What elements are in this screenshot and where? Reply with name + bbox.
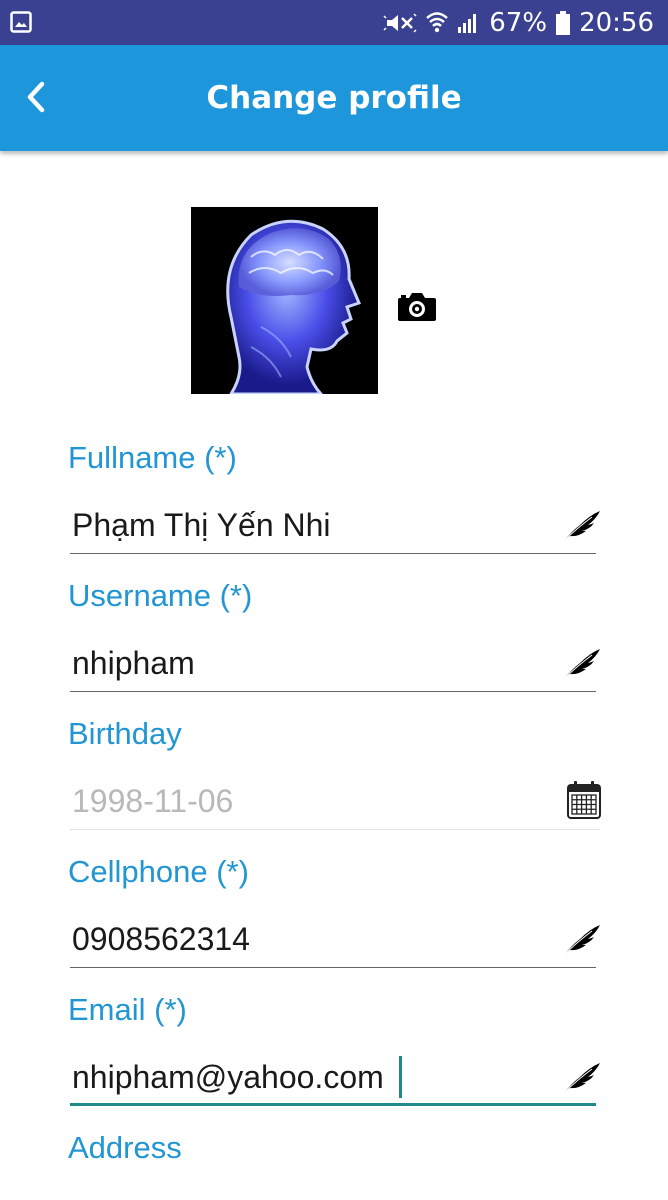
wifi-icon — [426, 11, 449, 32]
username-input[interactable]: nhipham — [72, 636, 542, 690]
gallery-icon — [10, 11, 32, 33]
quill-icon — [563, 925, 600, 956]
app-bar: Change profile — [0, 45, 668, 151]
status-bar: 67% 20:56 — [0, 0, 668, 45]
cellphone-label: Cellphone (*) — [68, 854, 249, 889]
username-label: Username (*) — [68, 578, 253, 613]
email-edit-button[interactable] — [560, 1058, 604, 1098]
change-photo-button[interactable] — [396, 290, 438, 324]
cellphone-input[interactable]: 0908562314 — [72, 912, 542, 966]
calendar-icon — [567, 781, 601, 819]
birthday-field[interactable]: 1998-11-06 — [70, 774, 601, 830]
cellphone-edit-button[interactable] — [560, 920, 604, 960]
birthday-input[interactable]: 1998-11-06 — [72, 774, 542, 828]
camera-icon — [398, 293, 436, 321]
username-field[interactable]: nhipham — [70, 636, 600, 692]
email-input[interactable]: nhipham@yahoo.com — [72, 1050, 542, 1104]
fullname-label: Fullname (*) — [68, 440, 237, 475]
fullname-edit-button[interactable] — [560, 506, 604, 546]
page-title: Change profile — [206, 80, 462, 116]
quill-icon — [563, 1063, 600, 1094]
birthday-picker-button[interactable] — [562, 780, 606, 820]
text-cursor — [399, 1056, 402, 1098]
brain-head-image — [191, 207, 378, 394]
quill-icon — [563, 511, 600, 542]
email-label: Email (*) — [68, 992, 187, 1027]
battery-icon — [556, 10, 571, 35]
address-label: Address — [68, 1130, 182, 1165]
email-field[interactable]: nhipham@yahoo.com — [70, 1050, 600, 1106]
clock: 20:56 — [579, 7, 654, 38]
fullname-input[interactable]: Phạm Thị Yến Nhi — [72, 498, 542, 552]
status-indicators: 67% 20:56 — [383, 0, 654, 45]
cellphone-field[interactable]: 0908562314 — [70, 912, 600, 968]
mute-icon — [383, 12, 417, 33]
quill-icon — [563, 649, 600, 680]
username-edit-button[interactable] — [560, 644, 604, 684]
battery-percent: 67% — [489, 7, 548, 38]
profile-avatar[interactable] — [191, 207, 378, 394]
fullname-field[interactable]: Phạm Thị Yến Nhi — [70, 498, 600, 554]
birthday-label: Birthday — [68, 716, 182, 751]
signal-icon — [458, 13, 477, 33]
